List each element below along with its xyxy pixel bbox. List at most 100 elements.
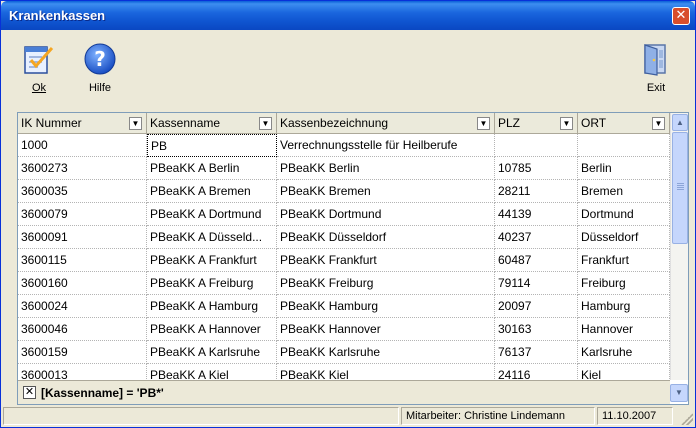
table-row[interactable]: 3600079 PBeaKK A Dortmund PBeaKK Dortmun… [18, 203, 670, 226]
cell-ik-nummer[interactable]: 3600024 [18, 295, 147, 318]
cell-kassenname[interactable]: PBeaKK A Dortmund [147, 203, 277, 226]
grip-icon [677, 183, 684, 191]
cell-ik-nummer[interactable]: 1000 [18, 134, 147, 157]
table-row[interactable]: 3600115 PBeaKK A Frankfurt PBeaKK Frankf… [18, 249, 670, 272]
cell-kassenbezeichnung[interactable]: PBeaKK Bremen [277, 180, 495, 203]
cell-kassenbezeichnung[interactable]: PBeaKK Karlsruhe [277, 341, 495, 364]
cell-kassenname[interactable]: PBeaKK A Bremen [147, 180, 277, 203]
krankenkassen-window: Krankenkassen ✕ Ok ? Hilfe Exit IK Numme… [0, 0, 696, 428]
column-header-ik-nummer[interactable]: IK Nummer ▼ [18, 113, 147, 134]
column-header-ort[interactable]: ORT ▼ [578, 113, 670, 134]
cell-ort[interactable]: Freiburg [578, 272, 670, 295]
cell-ort[interactable]: Karlsruhe [578, 341, 670, 364]
cell-ort[interactable]: Kiel [578, 364, 670, 380]
title-bar[interactable]: Krankenkassen ✕ [1, 1, 695, 30]
close-button[interactable]: ✕ [672, 7, 690, 25]
clear-filter-button[interactable]: ✕ [23, 386, 36, 399]
cell-ik-nummer[interactable]: 3600160 [18, 272, 147, 295]
cell-plz[interactable] [495, 134, 578, 157]
cell-ort[interactable]: Hamburg [578, 295, 670, 318]
cell-plz[interactable]: 30163 [495, 318, 578, 341]
cell-ort[interactable]: Hannover [578, 318, 670, 341]
cell-kassenbezeichnung[interactable]: PBeaKK Freiburg [277, 272, 495, 295]
ok-label: Ok [31, 82, 47, 94]
cell-kassenname[interactable]: PBeaKK A Karlsruhe [147, 341, 277, 364]
table-row[interactable]: 3600159 PBeaKK A Karlsruhe PBeaKK Karlsr… [18, 341, 670, 364]
scroll-down-arrow-icon[interactable]: ▼ [670, 384, 688, 402]
cell-kassenname[interactable]: PBeaKK A Kiel [147, 364, 277, 380]
cell-kassenbezeichnung[interactable]: PBeaKK Frankfurt [277, 249, 495, 272]
cell-kassenbezeichnung[interactable]: PBeaKK Hannover [277, 318, 495, 341]
cell-kassenname[interactable]: PBeaKK A Hamburg [147, 295, 277, 318]
table-row[interactable]: 3600035 PBeaKK A Bremen PBeaKK Bremen 28… [18, 180, 670, 203]
cell-plz[interactable]: 79114 [495, 272, 578, 295]
window-title: Krankenkassen [9, 8, 106, 23]
cell-plz[interactable]: 24116 [495, 364, 578, 380]
filter-expression[interactable]: [Kassenname] = 'PB*' [41, 386, 164, 400]
help-button[interactable]: ? Hilfe [75, 30, 125, 100]
filter-dropdown-icon[interactable]: ▼ [129, 117, 142, 130]
help-icon: ? [83, 42, 117, 76]
column-header-kassenbezeichnung[interactable]: Kassenbezeichnung ▼ [277, 113, 495, 134]
column-header-plz[interactable]: PLZ ▼ [495, 113, 578, 134]
cell-kassenname[interactable]: PBeaKK A Frankfurt [147, 249, 277, 272]
cell-plz[interactable]: 76137 [495, 341, 578, 364]
cell-kassenbezeichnung[interactable]: Verrechnungsstelle für Heilberufe [277, 134, 495, 157]
filter-dropdown-icon[interactable]: ▼ [560, 117, 573, 130]
filter-dropdown-icon[interactable]: ▼ [259, 117, 272, 130]
cell-kassenbezeichnung[interactable]: PBeaKK Düsseldorf [277, 226, 495, 249]
cell-plz[interactable]: 60487 [495, 249, 578, 272]
resize-grip-icon[interactable] [681, 413, 693, 425]
exit-button[interactable]: Exit [631, 30, 681, 100]
cell-plz[interactable]: 10785 [495, 157, 578, 180]
table-row[interactable]: 3600046 PBeaKK A Hannover PBeaKK Hannove… [18, 318, 670, 341]
status-bar: Mitarbeiter: Christine Lindemann 11.10.2… [1, 405, 695, 427]
cell-ort[interactable] [578, 134, 670, 157]
cell-ik-nummer[interactable]: 3600046 [18, 318, 147, 341]
cell-kassenbezeichnung[interactable]: PBeaKK Kiel [277, 364, 495, 380]
cell-kassenbezeichnung[interactable]: PBeaKK Hamburg [277, 295, 495, 318]
cell-ik-nummer[interactable]: 3600273 [18, 157, 147, 180]
table-row[interactable]: 1000 PB Verrechnungsstelle für Heilberuf… [18, 134, 670, 157]
cell-ik-nummer[interactable]: 3600115 [18, 249, 147, 272]
cell-kassenname[interactable]: PBeaKK A Freiburg [147, 272, 277, 295]
table-row[interactable]: 3600024 PBeaKK A Hamburg PBeaKK Hamburg … [18, 295, 670, 318]
cell-plz[interactable]: 44139 [495, 203, 578, 226]
cell-ort[interactable]: Berlin [578, 157, 670, 180]
cell-ort[interactable]: Dortmund [578, 203, 670, 226]
cell-ik-nummer[interactable]: 3600013 [18, 364, 147, 380]
table-row[interactable]: 3600013 PBeaKK A Kiel PBeaKK Kiel 24116 … [18, 364, 670, 380]
table-header: IK Nummer ▼ Kassenname ▼ Kassenbezeichnung… [18, 113, 670, 134]
cell-ik-nummer[interactable]: 3600091 [18, 226, 147, 249]
cell-plz[interactable]: 20097 [495, 295, 578, 318]
cell-ort[interactable]: Bremen [578, 180, 670, 203]
filter-dropdown-icon[interactable]: ▼ [477, 117, 490, 130]
scroll-up-arrow-icon[interactable]: ▲ [672, 114, 688, 131]
scrollbar-thumb[interactable] [672, 132, 688, 244]
exit-door-icon [639, 42, 673, 76]
toolbar: Ok ? Hilfe Exit [1, 30, 695, 104]
ok-button[interactable]: Ok [14, 30, 64, 100]
filter-dropdown-icon[interactable]: ▼ [652, 117, 665, 130]
cell-kassenbezeichnung[interactable]: PBeaKK Berlin [277, 157, 495, 180]
status-panel-main [3, 407, 399, 425]
cell-kassenname[interactable]: PBeaKK A Düsseld... [147, 226, 277, 249]
svg-text:?: ? [94, 47, 106, 71]
cell-ik-nummer[interactable]: 3600079 [18, 203, 147, 226]
column-header-kassenname[interactable]: Kassenname ▼ [147, 113, 277, 134]
vertical-scrollbar[interactable]: ▲ [670, 113, 688, 380]
cell-plz[interactable]: 40237 [495, 226, 578, 249]
cell-kassenname[interactable]: PBeaKK A Hannover [147, 318, 277, 341]
table-row[interactable]: 3600160 PBeaKK A Freiburg PBeaKK Freibur… [18, 272, 670, 295]
cell-kassenname[interactable]: PBeaKK A Berlin [147, 157, 277, 180]
cell-kassenbezeichnung[interactable]: PBeaKK Dortmund [277, 203, 495, 226]
cell-plz[interactable]: 28211 [495, 180, 578, 203]
table-row[interactable]: 3600273 PBeaKK A Berlin PBeaKK Berlin 10… [18, 157, 670, 180]
cell-ik-nummer[interactable]: 3600035 [18, 180, 147, 203]
exit-label: Exit [646, 82, 666, 94]
cell-kassenname-editing[interactable]: PB [147, 134, 277, 157]
cell-ik-nummer[interactable]: 3600159 [18, 341, 147, 364]
cell-ort[interactable]: Düsseldorf [578, 226, 670, 249]
cell-ort[interactable]: Frankfurt [578, 249, 670, 272]
table-row[interactable]: 3600091 PBeaKK A Düsseld... PBeaKK Düsse… [18, 226, 670, 249]
